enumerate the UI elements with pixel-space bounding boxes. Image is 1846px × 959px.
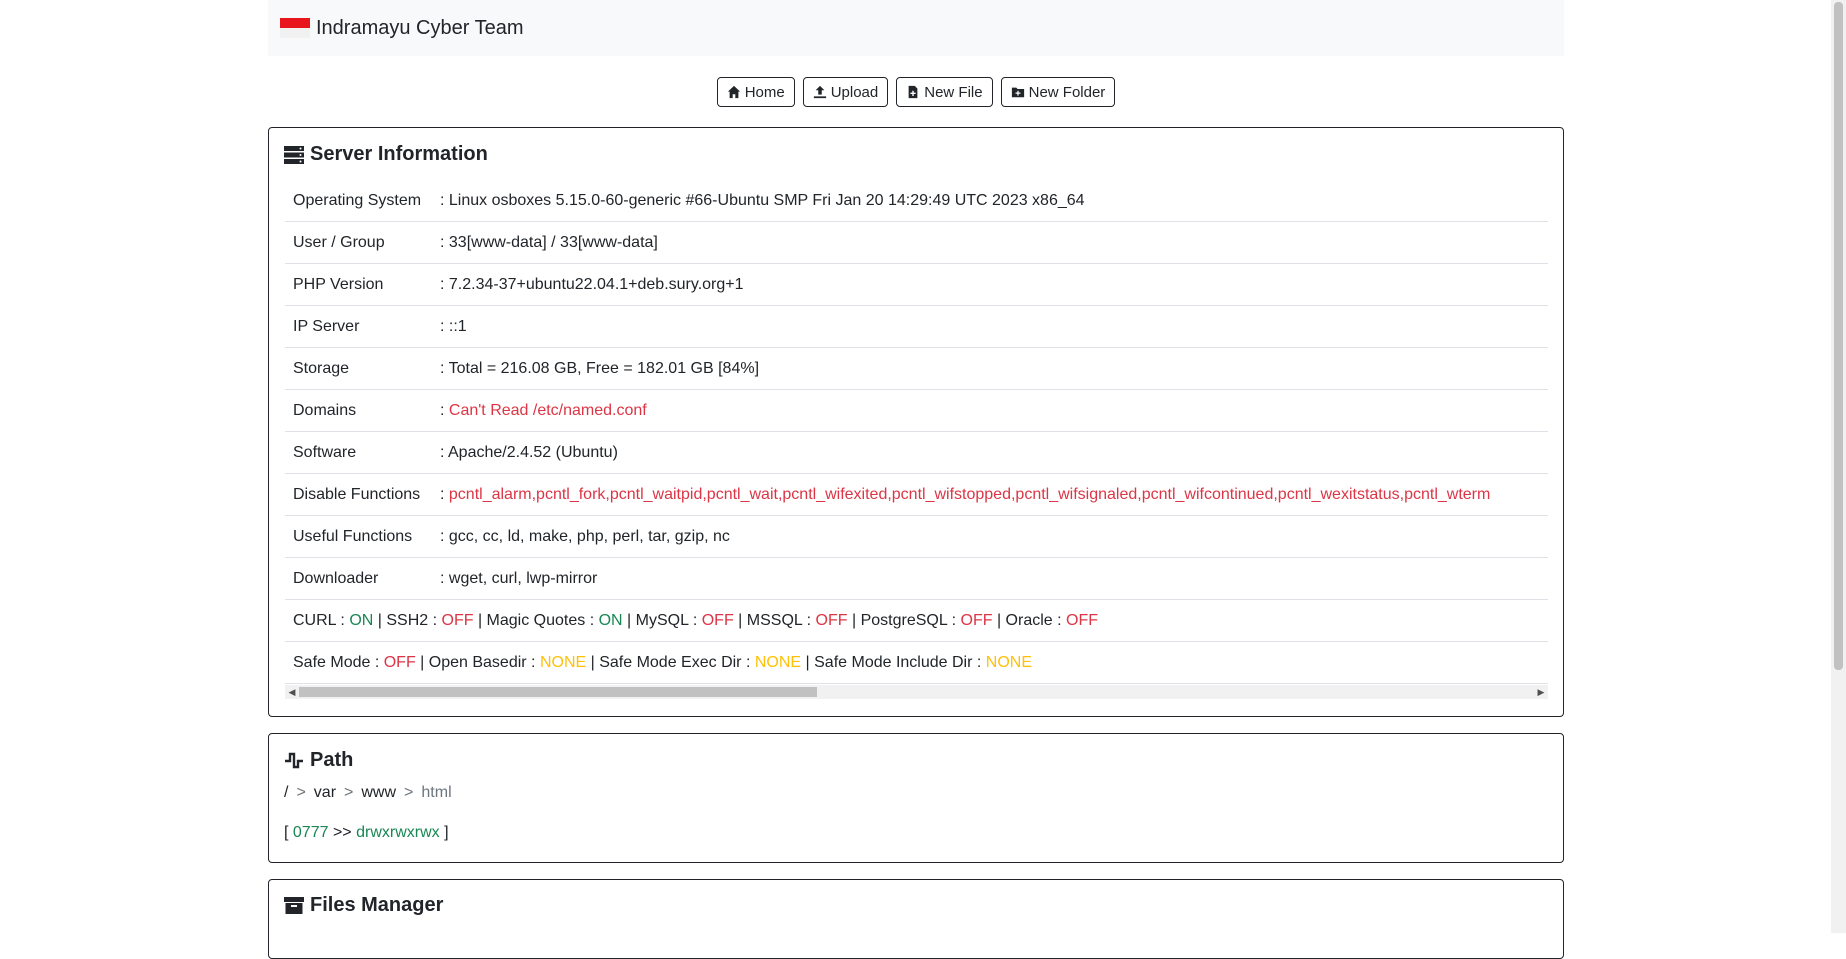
table-row: Storage: Total = 216.08 GB, Free = 182.0… xyxy=(285,347,1548,390)
breadcrumb-separator: > xyxy=(296,784,306,801)
mysql-status: OFF xyxy=(701,611,734,629)
path-icon xyxy=(285,752,303,768)
server-info-title: Server Information xyxy=(284,143,488,166)
mssql-status: OFF xyxy=(815,611,848,629)
table-row: Operating System: Linux osboxes 5.15.0-6… xyxy=(285,180,1548,222)
scroll-right-icon[interactable]: ▶ xyxy=(1534,685,1548,699)
breadcrumb-www[interactable]: www xyxy=(361,784,396,802)
breadcrumb-root[interactable]: / xyxy=(284,784,288,802)
vertical-scrollbar[interactable] xyxy=(1831,0,1846,933)
folder-plus-icon xyxy=(1011,87,1024,98)
magic-quotes-status: ON xyxy=(598,611,623,629)
status-line-extensions: CURL : ON | SSH2 : OFF | Magic Quotes : … xyxy=(285,599,1548,642)
domains-error: Can't Read /etc/named.conf xyxy=(448,401,647,419)
server-icon xyxy=(284,145,304,164)
home-button-label: Home xyxy=(744,83,785,101)
breadcrumb: / > var > www > html xyxy=(284,784,452,802)
disabled-functions: pcntl_alarm,pcntl_fork,pcntl_waitpid,pcn… xyxy=(448,485,1491,503)
scrollbar-thumb[interactable] xyxy=(299,687,817,697)
table-row: Downloader: wget, curl, lwp-mirror xyxy=(285,557,1548,600)
upload-icon xyxy=(813,85,826,99)
safe-mode-exec-dir-status: NONE xyxy=(754,653,802,671)
path-title: Path xyxy=(284,749,353,772)
ssh2-status: OFF xyxy=(441,611,474,629)
home-button[interactable]: Home xyxy=(716,77,795,107)
table-row: Software: Apache/2.4.52 (Ubuntu) xyxy=(285,431,1548,474)
main-container: Indramayu Cyber Team Home Upload New Fil… xyxy=(268,0,1564,959)
breadcrumb-current: html xyxy=(421,784,452,801)
perm-octal: 0777 xyxy=(292,824,329,841)
horizontal-scrollbar[interactable]: ◀ ▶ xyxy=(285,685,1548,699)
upload-button-label: Upload xyxy=(830,83,879,101)
table-row: Safe Mode : OFF | Open Basedir : NONE | … xyxy=(285,641,1548,684)
toolbar: Home Upload New File New Folder xyxy=(268,77,1564,107)
files-manager-card: Files Manager xyxy=(268,879,1564,959)
table-row: Domains: Can't Read /etc/named.conf xyxy=(285,389,1548,432)
table-row: CURL : ON | SSH2 : OFF | Magic Quotes : … xyxy=(285,599,1548,642)
server-info-table: Operating System: Linux osboxes 5.15.0-6… xyxy=(285,180,1548,684)
breadcrumb-separator: > xyxy=(344,784,354,801)
safe-mode-status: OFF xyxy=(383,653,416,671)
safe-mode-include-dir-status: NONE xyxy=(985,653,1032,671)
flag-icon xyxy=(280,18,310,38)
table-row: IP Server: ::1 xyxy=(285,305,1548,348)
open-basedir-status: NONE xyxy=(539,653,587,671)
breadcrumb-var[interactable]: var xyxy=(314,784,336,802)
table-row: Disable Functions: pcntl_alarm,pcntl_for… xyxy=(285,473,1548,516)
vertical-scrollbar-thumb[interactable] xyxy=(1834,2,1843,670)
scroll-left-icon[interactable]: ◀ xyxy=(285,685,299,699)
perm-string: drwxrwxrwx xyxy=(356,824,440,841)
status-line-safemode: Safe Mode : OFF | Open Basedir : NONE | … xyxy=(285,641,1548,684)
server-info-card: Server Information Operating System: Lin… xyxy=(268,127,1564,717)
archive-icon xyxy=(284,896,304,914)
new-file-button[interactable]: New File xyxy=(896,77,993,107)
files-manager-title: Files Manager xyxy=(284,894,443,917)
oracle-status: OFF xyxy=(1066,611,1099,629)
home-icon xyxy=(727,85,740,99)
new-folder-button-label: New Folder xyxy=(1028,83,1106,101)
path-card: Path / > var > www > html [ 0777 >> drwx… xyxy=(268,733,1564,863)
new-file-button-label: New File xyxy=(924,83,983,101)
upload-button[interactable]: Upload xyxy=(802,77,889,107)
postgresql-status: OFF xyxy=(960,611,993,629)
navbar: Indramayu Cyber Team xyxy=(268,0,1564,56)
table-row: User / Group: 33[www-data] / 33[www-data… xyxy=(285,221,1548,264)
table-row: PHP Version: 7.2.34-37+ubuntu22.04.1+deb… xyxy=(285,263,1548,306)
new-folder-button[interactable]: New Folder xyxy=(1000,77,1116,107)
brand-title[interactable]: Indramayu Cyber Team xyxy=(316,17,524,40)
curl-status: ON xyxy=(349,611,374,629)
breadcrumb-separator: > xyxy=(404,784,414,801)
table-row: Useful Functions: gcc, cc, ld, make, php… xyxy=(285,515,1548,558)
file-plus-icon xyxy=(908,85,918,99)
permission-display: [ 0777 >> drwxrwxrwx ] xyxy=(284,824,449,841)
